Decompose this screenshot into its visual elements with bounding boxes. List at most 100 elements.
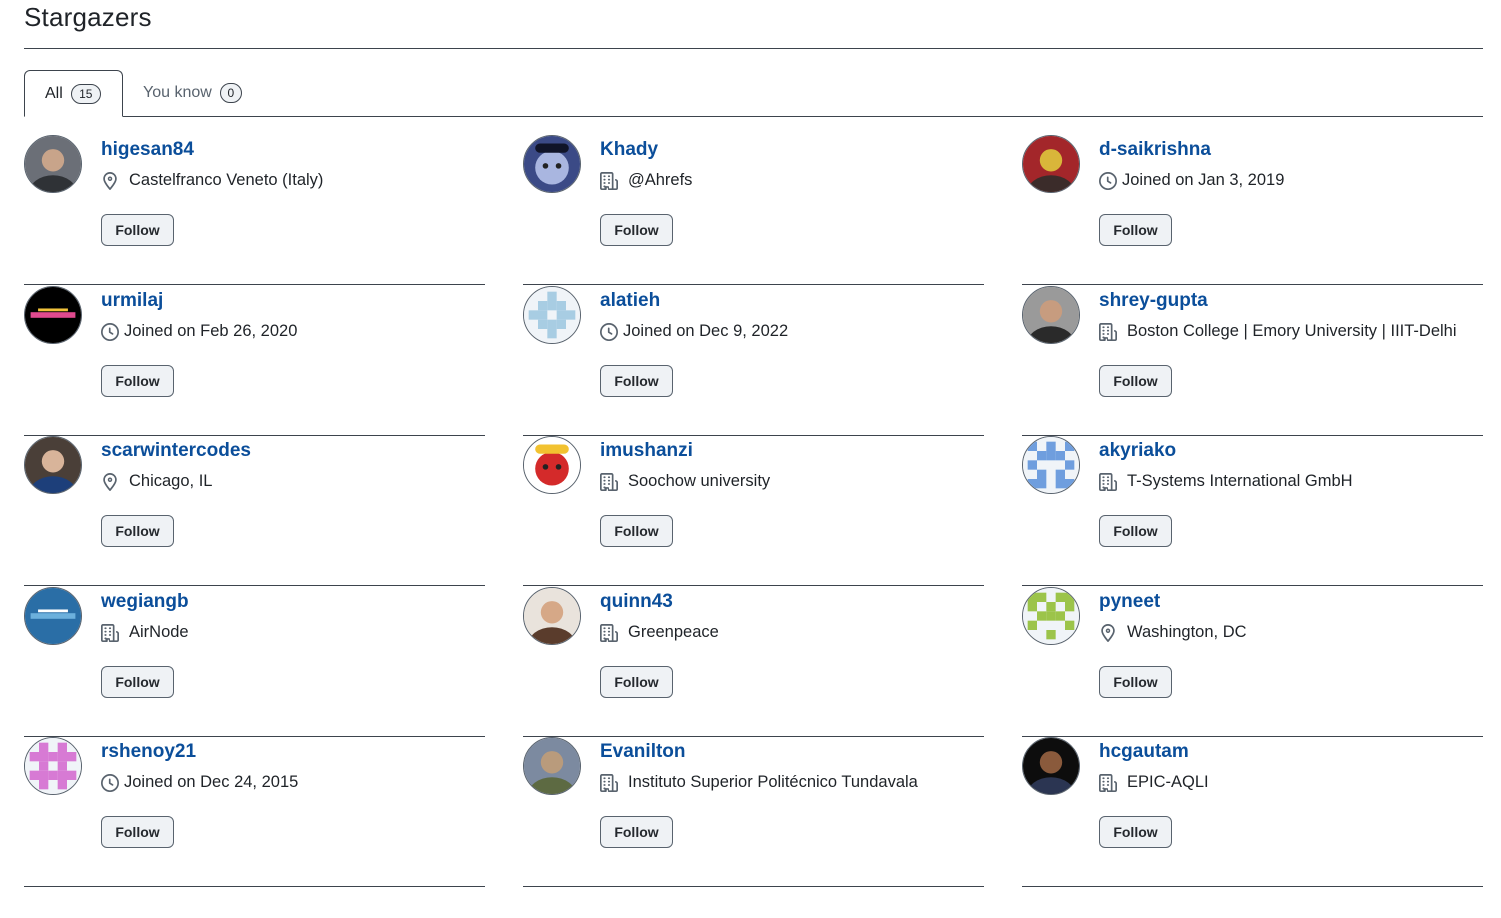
follow-button[interactable]: Follow bbox=[600, 666, 673, 698]
user-meta-text: Boston College | Emory University | IIIT… bbox=[1127, 322, 1457, 340]
stargazer-card: wegiangb AirNode Follow bbox=[24, 587, 485, 737]
user-meta: EPIC-AQLI bbox=[1099, 773, 1209, 792]
username-link[interactable]: urmilaj bbox=[101, 290, 163, 312]
username-link[interactable]: imushanzi bbox=[600, 440, 693, 462]
clock-icon bbox=[101, 773, 119, 792]
avatar[interactable] bbox=[24, 587, 82, 645]
user-meta-text: @Ahrefs bbox=[628, 171, 693, 189]
tab-all-label: All bbox=[45, 84, 63, 102]
clock-icon bbox=[600, 322, 618, 341]
stargazers-page: Stargazers All 15 You know 0 higesan84 Ca… bbox=[0, 0, 1501, 918]
user-meta-text: AirNode bbox=[129, 623, 189, 641]
stargazer-card: Evanilton Instituto Superior Politécnico … bbox=[523, 737, 984, 887]
username-link[interactable]: Khady bbox=[600, 139, 658, 161]
user-meta: AirNode bbox=[101, 623, 189, 642]
follow-button[interactable]: Follow bbox=[1099, 214, 1172, 246]
stargazer-card: higesan84 Castelfranco Veneto (Italy) Foll… bbox=[24, 135, 485, 285]
follow-button[interactable]: Follow bbox=[1099, 365, 1172, 397]
user-meta: Boston College | Emory University | IIIT… bbox=[1099, 322, 1457, 341]
stargazer-card: rshenoy21 Joined on Dec 24, 2015 Follow bbox=[24, 737, 485, 887]
follow-button[interactable]: Follow bbox=[101, 214, 174, 246]
card-divider bbox=[24, 284, 485, 285]
user-meta-text: Soochow university bbox=[628, 472, 771, 490]
clock-icon bbox=[101, 322, 119, 341]
tab-you-know[interactable]: You know 0 bbox=[142, 70, 242, 116]
follow-button[interactable]: Follow bbox=[600, 816, 673, 848]
user-meta: Instituto Superior Politécnico Tundavala bbox=[600, 773, 918, 792]
tab-nav-divider bbox=[24, 116, 1483, 117]
avatar[interactable] bbox=[24, 135, 82, 193]
follow-button[interactable]: Follow bbox=[101, 515, 174, 547]
follow-button[interactable]: Follow bbox=[101, 666, 174, 698]
user-meta: Greenpeace bbox=[600, 623, 719, 642]
card-divider bbox=[1022, 886, 1483, 887]
avatar[interactable] bbox=[1022, 135, 1080, 193]
avatar[interactable] bbox=[1022, 286, 1080, 344]
follow-button[interactable]: Follow bbox=[600, 365, 673, 397]
username-link[interactable]: wegiangb bbox=[101, 591, 189, 613]
tab-nav: All 15 You know 0 bbox=[24, 70, 1483, 117]
follow-button[interactable]: Follow bbox=[1099, 515, 1172, 547]
user-meta-text: Castelfranco Veneto (Italy) bbox=[129, 171, 324, 189]
username-link[interactable]: rshenoy21 bbox=[101, 741, 196, 763]
avatar[interactable] bbox=[523, 587, 581, 645]
username-link[interactable]: scarwintercodes bbox=[101, 440, 251, 462]
user-meta: Joined on Dec 9, 2022 bbox=[600, 322, 788, 341]
avatar[interactable] bbox=[24, 436, 82, 494]
organization-icon bbox=[1099, 773, 1117, 792]
username-link[interactable]: d-saikrishna bbox=[1099, 139, 1211, 161]
follow-button[interactable]: Follow bbox=[1099, 666, 1172, 698]
location-icon bbox=[101, 472, 119, 491]
avatar[interactable] bbox=[24, 286, 82, 344]
avatar[interactable] bbox=[523, 286, 581, 344]
user-meta-text: Chicago, IL bbox=[129, 472, 213, 490]
user-meta-text: Joined on Jan 3, 2019 bbox=[1122, 171, 1285, 189]
avatar[interactable] bbox=[1022, 587, 1080, 645]
card-divider bbox=[24, 886, 485, 887]
avatar[interactable] bbox=[523, 737, 581, 795]
user-meta: Joined on Jan 3, 2019 bbox=[1099, 171, 1284, 190]
organization-icon bbox=[101, 623, 119, 642]
username-link[interactable]: higesan84 bbox=[101, 139, 194, 161]
follow-button[interactable]: Follow bbox=[101, 816, 174, 848]
card-divider bbox=[523, 284, 984, 285]
stargazer-card: urmilaj Joined on Feb 26, 2020 Follow bbox=[24, 286, 485, 436]
username-link[interactable]: akyriako bbox=[1099, 440, 1176, 462]
organization-icon bbox=[600, 171, 618, 190]
organization-icon bbox=[600, 472, 618, 491]
username-link[interactable]: alatieh bbox=[600, 290, 660, 312]
username-link[interactable]: shrey-gupta bbox=[1099, 290, 1208, 312]
follow-button[interactable]: Follow bbox=[1099, 816, 1172, 848]
user-meta-text: Instituto Superior Politécnico Tundavala bbox=[628, 773, 918, 791]
avatar[interactable] bbox=[24, 737, 82, 795]
stargazer-card: akyriako T-Systems International GmbH Foll… bbox=[1022, 436, 1483, 586]
follow-button[interactable]: Follow bbox=[101, 365, 174, 397]
stargazer-card: imushanzi Soochow university Follow bbox=[523, 436, 984, 586]
stargazer-card: quinn43 Greenpeace Follow bbox=[523, 587, 984, 737]
organization-icon bbox=[600, 773, 618, 792]
avatar[interactable] bbox=[523, 436, 581, 494]
card-divider bbox=[1022, 284, 1483, 285]
card-divider bbox=[523, 886, 984, 887]
user-meta: @Ahrefs bbox=[600, 171, 692, 190]
organization-icon bbox=[600, 623, 618, 642]
user-meta: Soochow university bbox=[600, 472, 770, 491]
avatar[interactable] bbox=[523, 135, 581, 193]
username-link[interactable]: quinn43 bbox=[600, 591, 673, 613]
follow-button[interactable]: Follow bbox=[600, 214, 673, 246]
tab-all-counter: 15 bbox=[70, 83, 101, 104]
card-divider bbox=[1022, 585, 1483, 586]
user-meta: Joined on Dec 24, 2015 bbox=[101, 773, 298, 792]
username-link[interactable]: pyneet bbox=[1099, 591, 1160, 613]
tab-you-know-counter: 0 bbox=[219, 83, 242, 103]
username-link[interactable]: hcgautam bbox=[1099, 741, 1189, 763]
username-link[interactable]: Evanilton bbox=[600, 741, 686, 763]
location-icon bbox=[101, 171, 119, 190]
follow-button[interactable]: Follow bbox=[600, 515, 673, 547]
stargazer-card: d-saikrishna Joined on Jan 3, 2019 Follow bbox=[1022, 135, 1483, 285]
tab-all[interactable]: All 15 bbox=[24, 70, 123, 117]
stargazer-card: hcgautam EPIC-AQLI Follow bbox=[1022, 737, 1483, 887]
organization-icon bbox=[1099, 322, 1117, 341]
avatar[interactable] bbox=[1022, 436, 1080, 494]
avatar[interactable] bbox=[1022, 737, 1080, 795]
